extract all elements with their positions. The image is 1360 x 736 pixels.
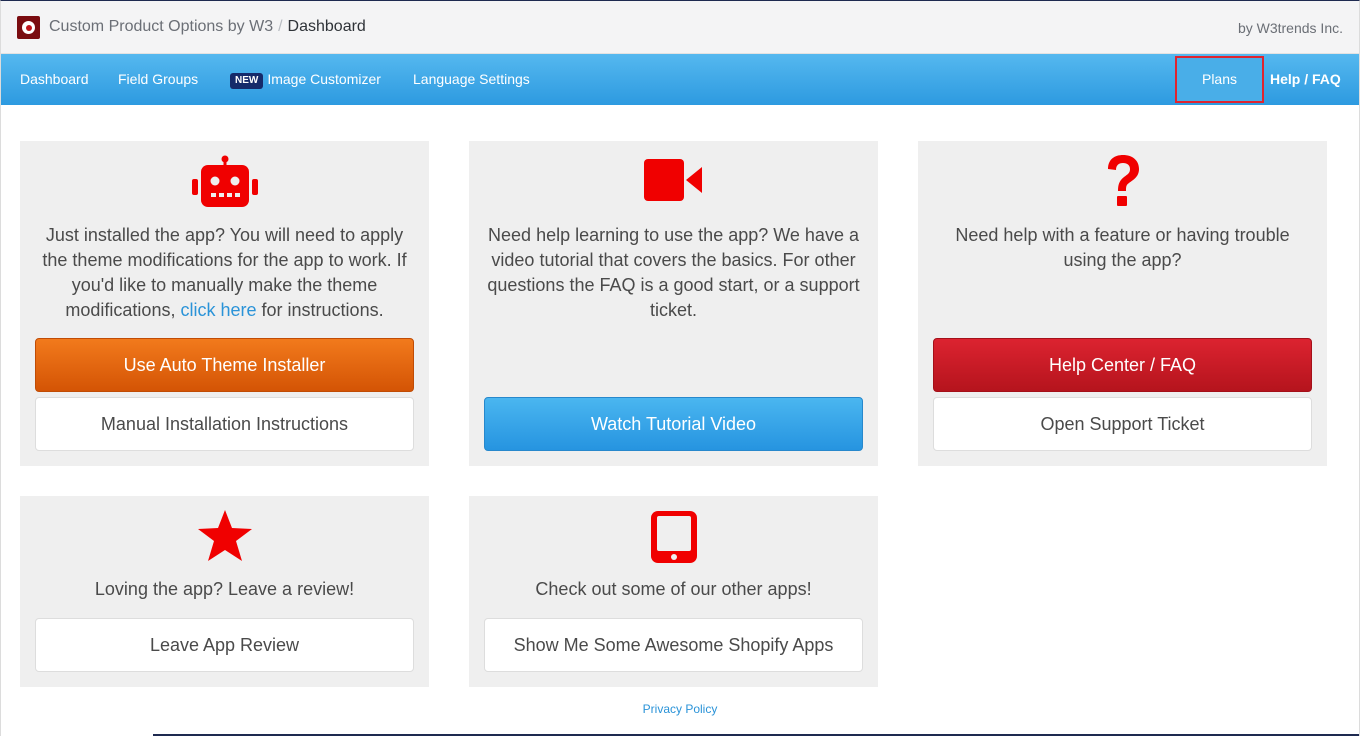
breadcrumb-current: Dashboard: [287, 18, 366, 35]
review-description: Loving the app? Leave a review!: [94, 579, 355, 599]
privacy-policy-link[interactable]: Privacy Policy: [1, 702, 1359, 716]
star-icon: [197, 509, 253, 568]
click-here-link[interactable]: click here: [180, 300, 256, 320]
question-mark-icon: [1104, 153, 1142, 214]
card-help: Need help with a feature or having troub…: [918, 141, 1327, 466]
breadcrumb-app-name[interactable]: Custom Product Options by W3: [49, 18, 273, 35]
shopify-apps-button[interactable]: Show Me Some Awesome Shopify Apps: [484, 618, 863, 672]
nav-dashboard[interactable]: Dashboard: [20, 54, 89, 105]
tutorial-description: Need help learning to use the app? We ha…: [487, 225, 860, 320]
app-logo-icon: [17, 16, 40, 39]
nav-image-customizer[interactable]: NEW Image Customizer: [230, 54, 381, 105]
breadcrumb: Custom Product Options by W3 /Dashboard: [49, 18, 366, 36]
install-description: Just installed the app? You will need to…: [42, 225, 407, 320]
card-review: Loving the app? Leave a review! Leave Ap…: [20, 496, 429, 687]
watch-tutorial-button[interactable]: Watch Tutorial Video: [484, 397, 863, 451]
nav-help-faq[interactable]: Help / FAQ: [1270, 54, 1341, 105]
new-badge: NEW: [230, 73, 264, 89]
dashboard-page: Custom Product Options by W3/Dashboard b…: [0, 0, 1360, 736]
manual-installation-button[interactable]: Manual Installation Instructions: [35, 397, 414, 451]
nav-field-groups[interactable]: Field Groups: [118, 54, 198, 105]
card-install: Just installed the app? You will need to…: [20, 141, 429, 466]
apps-description: Check out some of our other apps!: [535, 579, 812, 599]
help-center-button[interactable]: Help Center / FAQ: [933, 338, 1312, 392]
main-nav: Dashboard Field Groups NEW Image Customiz…: [1, 54, 1359, 105]
nav-plans[interactable]: Plans: [1175, 56, 1264, 103]
nav-language-settings[interactable]: Language Settings: [413, 54, 530, 105]
tablet-icon: [650, 511, 697, 568]
top-bar: Custom Product Options by W3 /Dashboard b…: [1, 1, 1359, 54]
open-support-ticket-button[interactable]: Open Support Ticket: [933, 397, 1312, 451]
nav-image-customizer-label: Image Customizer: [267, 71, 381, 87]
vendor-byline: by W3trends Inc.: [1237, 20, 1343, 36]
auto-theme-installer-button[interactable]: Use Auto Theme Installer: [35, 338, 414, 392]
leave-review-button[interactable]: Leave App Review: [35, 618, 414, 672]
card-apps: Check out some of our other apps! Show M…: [469, 496, 878, 687]
help-description: Need help with a feature or having troub…: [955, 225, 1290, 270]
breadcrumb-separator: /: [278, 18, 283, 35]
card-tutorial: Need help learning to use the app? We ha…: [469, 141, 878, 466]
video-camera-icon: [643, 159, 704, 206]
robot-icon: [191, 155, 258, 214]
